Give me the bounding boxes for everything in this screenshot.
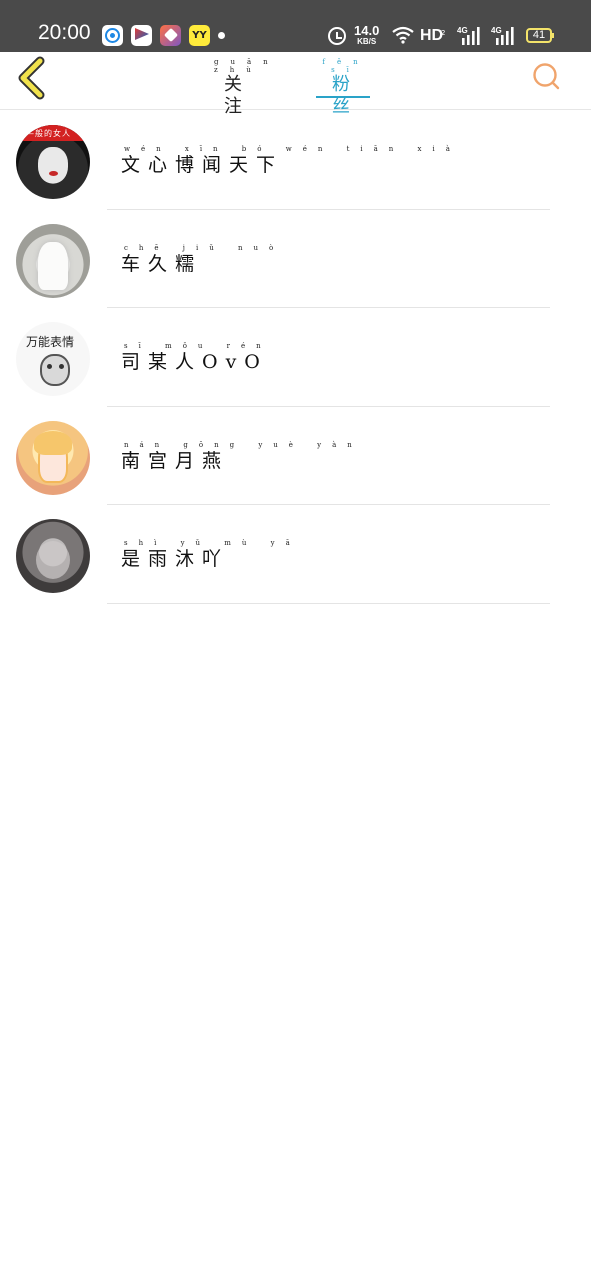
fan-name-text: 是雨沐吖 [121, 548, 230, 570]
fan-name: sī mǒu rén 司某人OvO [121, 342, 272, 374]
search-icon [533, 63, 560, 90]
browser-app-icon [102, 25, 123, 46]
header-bar: guān zhù 关注 fěn sī 粉丝 [0, 52, 591, 117]
network-speed-value: 14.0 [354, 23, 380, 38]
network-speed: 14.0 KB/S [354, 24, 379, 46]
fan-name-pinyin: chē jiǔ nuò [124, 243, 285, 252]
fan-name-pinyin: nán gōng yuè yàn [124, 440, 363, 449]
fan-name: chē jiǔ nuò 车久糯 [121, 244, 284, 276]
avatar[interactable] [16, 519, 90, 593]
yy-app-icon: YY [189, 25, 210, 46]
tab-following[interactable]: guān zhù 关注 [208, 58, 280, 118]
wifi-icon [392, 26, 414, 44]
avatar-caption: 万能表情 [26, 335, 75, 349]
divider [107, 602, 550, 604]
fan-name-pinyin: sī mǒu rén [124, 342, 272, 350]
fan-list: —般的女人 wén xīn bó wén tiān xià 文心博闻天下 chē… [0, 111, 591, 604]
fan-name-text: 南宫月燕 [121, 449, 230, 472]
tab-fans[interactable]: fěn sī 粉丝 [316, 58, 370, 118]
status-bar: 20:00 YY 14.0 KB/S HD 2 4G 4G 41 [0, 0, 591, 52]
status-time: 20:00 [38, 21, 91, 44]
fan-name: wén xīn bó wén tiān xià 文心博闻天下 [121, 145, 461, 177]
avatar[interactable]: 万能表情 [16, 322, 90, 396]
fan-name: nán gōng yuè yàn 南宫月燕 [121, 441, 363, 473]
avatar-caption: —般的女人 [26, 129, 71, 138]
battery-icon: 41 [526, 28, 554, 43]
network-speed-unit: KB/S [357, 37, 377, 46]
fan-name: shì yǔ mù yā 是雨沐吖 [121, 539, 301, 571]
notification-dot-icon [218, 32, 225, 39]
video-app-icon [131, 25, 152, 46]
list-item[interactable]: shì yǔ mù yā 是雨沐吖 [0, 505, 591, 604]
list-item[interactable]: chē jiǔ nuò 车久糯 [0, 210, 591, 308]
list-item[interactable]: nán gōng yuè yàn 南宫月燕 [0, 407, 591, 505]
back-button[interactable] [14, 56, 48, 100]
avatar[interactable] [16, 223, 90, 298]
fan-name-pinyin: wén xīn bó wén tiān xià [124, 145, 461, 153]
signal-2-icon [496, 27, 514, 45]
avatar[interactable] [16, 420, 90, 495]
hd-sub-label: 2 [441, 29, 446, 37]
chevron-left-icon [18, 56, 45, 100]
fan-name-pinyin: shì yǔ mù yā [124, 539, 301, 547]
tab-fans-pinyin: fěn sī [322, 58, 370, 74]
avatar[interactable]: —般的女人 [16, 125, 90, 199]
tab-following-pinyin: guān zhù [214, 58, 280, 74]
fan-name-text: 司某人OvO [121, 351, 268, 373]
list-item[interactable]: —般的女人 wén xīn bó wén tiān xià 文心博闻天下 [0, 111, 591, 210]
fan-name-text: 车久糯 [121, 252, 203, 275]
signal-1-icon [462, 27, 480, 45]
alarm-icon [328, 27, 346, 45]
list-item[interactable]: 万能表情 sī mǒu rén 司某人OvO [0, 308, 591, 407]
active-tab-indicator [316, 96, 370, 98]
hd-label: HD [420, 27, 444, 44]
shortcut-app-icon [160, 25, 181, 46]
search-button[interactable] [531, 62, 561, 92]
fan-name-text: 文心博闻天下 [121, 154, 284, 176]
